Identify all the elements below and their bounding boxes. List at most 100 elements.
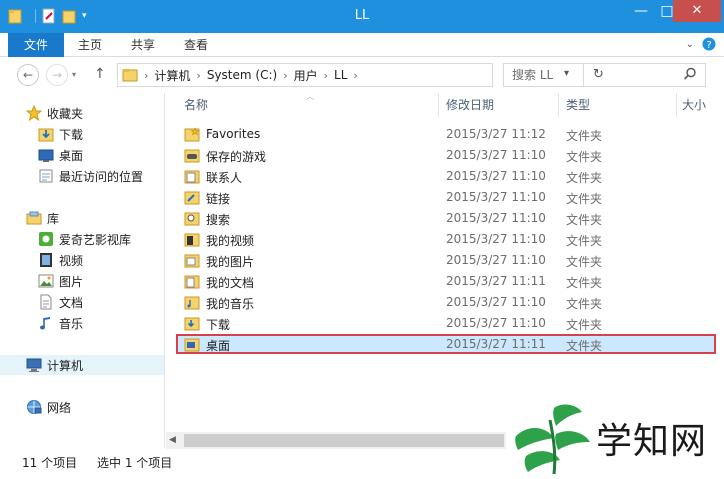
nav-downloads[interactable]: 下载 bbox=[38, 124, 83, 144]
file-name: 我的文档 bbox=[206, 276, 255, 290]
video-folder-icon bbox=[184, 233, 200, 247]
download-icon bbox=[38, 128, 54, 142]
nav-network-label: 网络 bbox=[47, 400, 72, 415]
breadcrumb-users[interactable]: 用户 bbox=[294, 67, 318, 84]
file-modified-date: 2015/3/27 11:10 bbox=[446, 190, 546, 204]
nav-pictures[interactable]: 图片 bbox=[38, 271, 83, 291]
file-row[interactable]: 我的文档 2015/3/27 11:11 文件夹 bbox=[176, 271, 716, 291]
file-row[interactable]: 搜索 2015/3/27 11:10 文件夹 bbox=[176, 208, 716, 228]
breadcrumb-separator[interactable]: › bbox=[324, 69, 328, 82]
nav-videos[interactable]: 视频 bbox=[38, 250, 83, 270]
file-row[interactable]: 联系人 2015/3/27 11:10 文件夹 bbox=[176, 166, 716, 186]
help-icon[interactable]: ? bbox=[702, 37, 716, 51]
search-placeholder: 搜索 LL bbox=[512, 68, 554, 82]
file-modified-date: 2015/3/27 11:12 bbox=[446, 127, 546, 141]
file-row[interactable]: 保存的游戏 2015/3/27 11:10 文件夹 bbox=[176, 145, 716, 165]
back-button[interactable]: ← bbox=[17, 64, 39, 86]
breadcrumb-separator[interactable]: › bbox=[353, 69, 357, 82]
file-modified-date: 2015/3/27 11:10 bbox=[446, 316, 546, 330]
watermark: 学知网 bbox=[506, 398, 724, 479]
nav-network[interactable]: 网络 bbox=[26, 397, 71, 417]
tab-view[interactable]: 查看 bbox=[174, 33, 218, 57]
breadcrumb-computer[interactable]: 计算机 bbox=[154, 67, 190, 84]
breadcrumb-separator[interactable]: › bbox=[196, 69, 200, 82]
games-folder-icon bbox=[184, 149, 200, 163]
breadcrumb-system-c[interactable]: System (C:) bbox=[207, 68, 277, 82]
up-button[interactable]: ↑ bbox=[94, 66, 106, 82]
nav-computer[interactable]: 计算机 bbox=[0, 355, 164, 375]
expand-ribbon-icon[interactable]: ⌄ bbox=[686, 39, 694, 50]
file-modified-date: 2015/3/27 11:10 bbox=[446, 295, 546, 309]
desktop-folder-icon bbox=[184, 338, 200, 352]
close-button[interactable]: ✕ bbox=[673, 0, 721, 22]
network-icon bbox=[27, 400, 42, 414]
title-bar: ▾ LL — □ ✕ bbox=[0, 0, 724, 33]
column-divider[interactable] bbox=[438, 93, 439, 117]
music-folder-icon bbox=[184, 296, 200, 310]
search-folder-icon bbox=[184, 212, 200, 226]
nav-documents[interactable]: 文档 bbox=[38, 292, 83, 312]
file-type: 文件夹 bbox=[566, 150, 603, 164]
search-icon[interactable] bbox=[683, 67, 697, 81]
window-title: LL bbox=[354, 8, 370, 23]
nav-favorites-label: 收藏夹 bbox=[47, 106, 84, 121]
ribbon: 文件 主页 共享 查看 ⌄ ? bbox=[0, 33, 724, 57]
file-type: 文件夹 bbox=[566, 129, 603, 143]
recent-locations-icon[interactable]: ▾ bbox=[72, 70, 76, 79]
search-input[interactable]: 搜索 LL bbox=[503, 63, 706, 87]
minimize-button[interactable]: — bbox=[628, 0, 654, 22]
file-row[interactable]: 桌面 2015/3/27 11:11 文件夹 bbox=[176, 334, 716, 354]
nav-recent-places[interactable]: 最近访问的位置 bbox=[38, 166, 143, 186]
file-row[interactable]: 我的音乐 2015/3/27 11:10 文件夹 bbox=[176, 292, 716, 312]
scroll-left-icon[interactable]: ◀ bbox=[169, 435, 176, 445]
address-bar[interactable]: › 计算机 › System (C:) › 用户 › LL › ▾ ↻ bbox=[117, 63, 604, 87]
tab-file[interactable]: 文件 bbox=[8, 33, 64, 57]
scrollbar-thumb[interactable] bbox=[184, 434, 504, 447]
file-type: 文件夹 bbox=[566, 234, 603, 248]
column-divider[interactable] bbox=[676, 93, 677, 117]
file-type: 文件夹 bbox=[566, 255, 603, 269]
forward-button[interactable]: → bbox=[46, 64, 68, 86]
file-name: Favorites bbox=[206, 127, 261, 141]
file-name: 保存的游戏 bbox=[206, 150, 267, 164]
file-name: 搜索 bbox=[206, 213, 231, 227]
column-header-size[interactable]: 大小 bbox=[682, 93, 722, 117]
watermark-text: 学知网 bbox=[596, 421, 708, 462]
nav-desktop[interactable]: 桌面 bbox=[38, 145, 83, 165]
column-header-date[interactable]: 修改日期 bbox=[446, 93, 556, 117]
column-header-name[interactable]: 名称 bbox=[184, 93, 434, 117]
nav-recent-places-label: 最近访问的位置 bbox=[59, 169, 144, 184]
tab-home[interactable]: 主页 bbox=[68, 33, 112, 57]
nav-favorites[interactable]: 收藏夹 bbox=[26, 103, 83, 123]
selection-count: 选中 1 个项目 bbox=[97, 456, 173, 470]
item-count: 11 个项目 bbox=[22, 456, 78, 470]
picture-folder-icon bbox=[184, 254, 200, 268]
breadcrumb-ll[interactable]: LL bbox=[334, 68, 347, 82]
file-modified-date: 2015/3/27 11:10 bbox=[446, 148, 546, 162]
links-folder-icon bbox=[184, 191, 200, 205]
svg-text:?: ? bbox=[706, 40, 711, 51]
file-row[interactable]: 下载 2015/3/27 11:10 文件夹 bbox=[176, 313, 716, 333]
breadcrumb-separator[interactable]: › bbox=[283, 69, 287, 82]
nav-computer-label: 计算机 bbox=[47, 358, 84, 373]
file-row[interactable]: 我的视频 2015/3/27 11:10 文件夹 bbox=[176, 229, 716, 249]
file-name: 我的图片 bbox=[206, 255, 255, 269]
file-modified-date: 2015/3/27 11:10 bbox=[446, 253, 546, 267]
file-row[interactable]: Favorites 2015/3/27 11:12 文件夹 bbox=[176, 124, 716, 144]
nav-iqiyi-label: 爱奇艺影视库 bbox=[59, 232, 132, 247]
nav-libraries-label: 库 bbox=[47, 211, 60, 226]
column-header-type[interactable]: 类型 bbox=[566, 93, 666, 117]
column-divider[interactable] bbox=[558, 93, 559, 117]
file-row[interactable]: 我的图片 2015/3/27 11:10 文件夹 bbox=[176, 250, 716, 270]
tab-share[interactable]: 共享 bbox=[121, 33, 165, 57]
nav-iqiyi-library[interactable]: 爱奇艺影视库 bbox=[38, 229, 131, 249]
video-icon bbox=[40, 253, 52, 267]
nav-libraries[interactable]: 库 bbox=[26, 208, 59, 228]
breadcrumb-separator[interactable]: › bbox=[144, 69, 148, 82]
nav-music[interactable]: 音乐 bbox=[38, 313, 83, 333]
music-icon bbox=[40, 317, 50, 330]
file-modified-date: 2015/3/27 11:10 bbox=[446, 232, 546, 246]
nav-downloads-label: 下载 bbox=[59, 127, 84, 142]
file-row[interactable]: 链接 2015/3/27 11:10 文件夹 bbox=[176, 187, 716, 207]
library-icon bbox=[26, 211, 42, 225]
